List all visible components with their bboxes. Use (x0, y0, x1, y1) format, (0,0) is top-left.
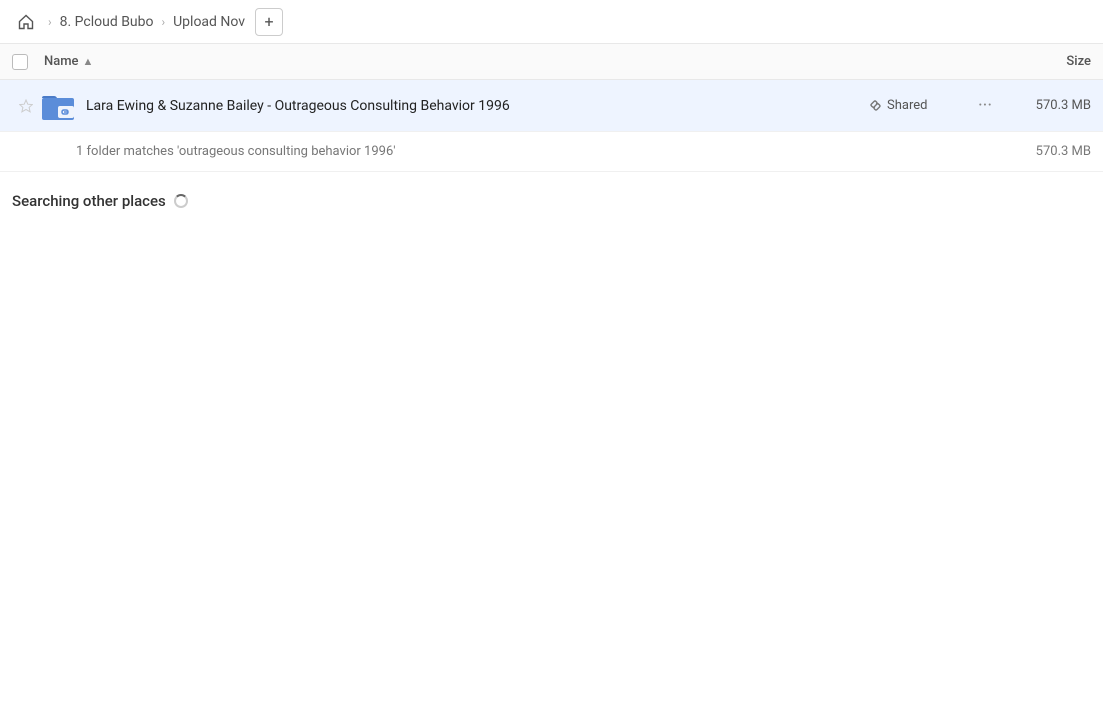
file-row[interactable]: Lara Ewing & Suzanne Bailey - Outrageous… (0, 80, 1103, 132)
add-button-label: + (265, 12, 274, 31)
file-name: Lara Ewing & Suzanne Bailey - Outrageous… (86, 98, 869, 114)
column-headers: Name ▲ Size (0, 44, 1103, 80)
breadcrumb-separator-2: › (161, 15, 165, 29)
shared-badge: Shared (869, 98, 959, 113)
sort-arrow-icon: ▲ (83, 55, 94, 68)
toolbar: › 8. Pcloud Bubo › Upload Nov + (0, 0, 1103, 44)
select-all-checkbox-wrap (12, 54, 44, 70)
folder-icon (40, 88, 76, 124)
breadcrumb-separator-1: › (48, 15, 52, 29)
match-count-row: 1 folder matches 'outrageous consulting … (0, 132, 1103, 172)
breadcrumb-label-1: 8. Pcloud Bubo (60, 14, 154, 30)
add-button[interactable]: + (255, 8, 283, 36)
shared-label: Shared (887, 98, 927, 113)
breadcrumb-label-2: Upload Nov (173, 14, 245, 30)
home-icon (18, 14, 34, 30)
more-options-icon: ··· (978, 95, 992, 116)
link-icon (869, 99, 882, 112)
match-size: 570.3 MB (1011, 144, 1091, 159)
home-button[interactable] (12, 8, 40, 36)
star-button[interactable] (12, 99, 40, 113)
folder-icon-wrap (40, 88, 76, 124)
more-options-button[interactable]: ··· (971, 92, 999, 120)
name-column-label: Name (44, 54, 79, 69)
star-icon (19, 99, 33, 113)
breadcrumb-item-2[interactable]: Upload Nov (173, 14, 245, 30)
loading-spinner (174, 194, 188, 208)
file-size: 570.3 MB (1011, 98, 1091, 113)
searching-section: Searching other places (0, 172, 1103, 220)
select-all-checkbox[interactable] (12, 54, 28, 70)
name-column-header[interactable]: Name ▲ (44, 54, 991, 69)
match-count-text: 1 folder matches 'outrageous consulting … (76, 144, 1011, 159)
breadcrumb-item-1[interactable]: 8. Pcloud Bubo (60, 14, 154, 30)
size-column-header[interactable]: Size (991, 54, 1091, 69)
searching-label: Searching other places (12, 192, 166, 210)
size-column-label: Size (1066, 54, 1091, 69)
